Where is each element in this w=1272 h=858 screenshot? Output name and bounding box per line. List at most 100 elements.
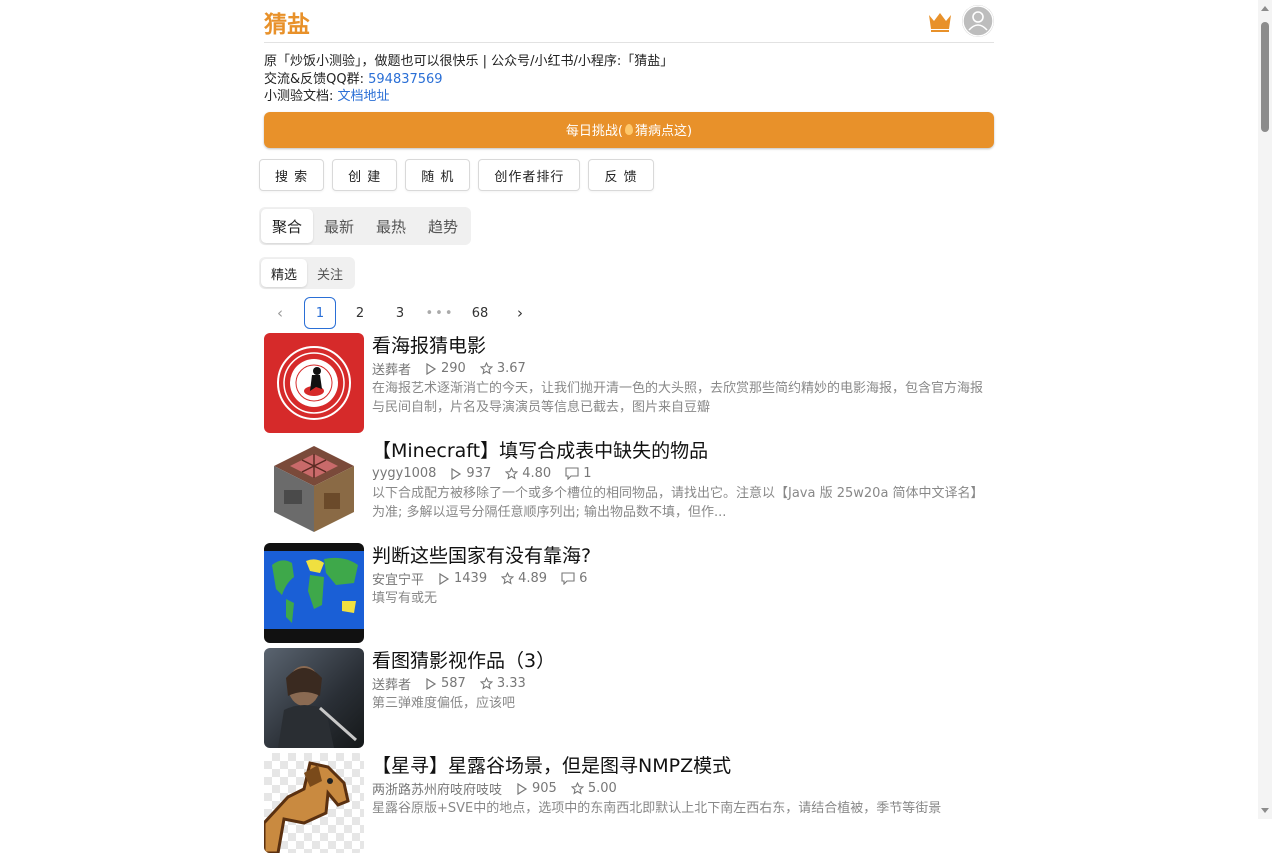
doc-label: 小测验文档: bbox=[264, 89, 338, 104]
item-body: 判断这些国家有没有靠海? 安宜宁平 1439 4.89 6 填写有或无 bbox=[372, 543, 994, 643]
item-comments: 1 bbox=[583, 466, 592, 481]
item-title[interactable]: 【Minecraft】填写合成表中缺失的物品 bbox=[372, 438, 994, 464]
page-ellipsis[interactable]: ••• bbox=[424, 297, 456, 329]
star-icon bbox=[479, 362, 493, 375]
list-item[interactable]: 看海报猜电影 送葬者 290 3.67 在海报艺术逐渐消亡的今天，让我们抛开清一… bbox=[264, 333, 994, 433]
tab-hottest[interactable]: 最热 bbox=[365, 209, 417, 243]
item-rating: 3.67 bbox=[496, 361, 526, 376]
daily-suffix: 猜病点这) bbox=[635, 124, 693, 139]
scroll-up-icon[interactable] bbox=[1261, 6, 1269, 11]
next-page-icon[interactable]: › bbox=[504, 297, 536, 329]
comment-icon bbox=[561, 572, 575, 585]
item-meta: yygy1008 937 4.80 1 bbox=[372, 465, 994, 482]
item-author[interactable]: 送葬者 bbox=[372, 359, 411, 378]
scroll-down-icon[interactable] bbox=[1261, 808, 1269, 813]
daily-prefix: 每日挑战( bbox=[565, 124, 623, 139]
flame-icon bbox=[625, 124, 633, 135]
item-comments: 6 bbox=[579, 571, 588, 586]
list-item[interactable]: 判断这些国家有没有靠海? 安宜宁平 1439 4.89 6 填写有或无 bbox=[264, 543, 994, 643]
feedback-button[interactable]: 反 馈 bbox=[588, 159, 654, 191]
star-icon bbox=[570, 782, 584, 795]
item-plays: 937 bbox=[466, 466, 492, 481]
item-description: 星露谷原版+SVE中的地点，选项中的东南西北即默认上北下南左西右东，请结合植被，… bbox=[372, 801, 942, 816]
star-icon bbox=[505, 467, 519, 480]
item-author[interactable]: 安宜宁平 bbox=[372, 569, 424, 588]
play-icon bbox=[426, 677, 437, 690]
item-title[interactable]: 判断这些国家有没有靠海? bbox=[372, 543, 994, 569]
header: 猜盐 bbox=[264, 0, 994, 43]
thumbnail-minecraft[interactable] bbox=[264, 438, 364, 538]
pagination: ‹ 1 2 3 ••• 68 › bbox=[264, 297, 536, 329]
item-title[interactable]: 【星寻】星露谷场景，但是图寻NMPZ模式 bbox=[372, 753, 994, 779]
item-body: 看海报猜电影 送葬者 290 3.67 在海报艺术逐渐消亡的今天，让我们抛开清一… bbox=[372, 333, 994, 433]
item-author[interactable]: yygy1008 bbox=[372, 466, 436, 481]
qq-group-line: 交流&反馈QQ群: 594837569 bbox=[264, 71, 994, 89]
page-container: 猜盐 原「炒饭小测验」，做题也可以很快乐 | 公众号/小红书/小程序:「猜盐」 … bbox=[259, 0, 994, 853]
thumbnail-stardew-horse[interactable] bbox=[264, 753, 364, 853]
item-title[interactable]: 看海报猜电影 bbox=[372, 333, 994, 359]
comment-icon bbox=[565, 467, 579, 480]
item-body: 看图猜影视作品（3） 送葬者 587 3.33 第三弹难度偏低，应该吧 bbox=[372, 648, 994, 748]
item-author[interactable]: 两浙路苏州府吱府吱吱 bbox=[372, 779, 502, 798]
qq-label: 交流&反馈QQ群: bbox=[264, 71, 369, 87]
item-meta: 安宜宁平 1439 4.89 6 bbox=[372, 569, 994, 588]
item-meta: 两浙路苏州府吱府吱吱 905 5.00 bbox=[372, 779, 994, 798]
item-body: 【星寻】星露谷场景，但是图寻NMPZ模式 两浙路苏州府吱府吱吱 905 5.00… bbox=[372, 753, 994, 853]
item-plays: 1439 bbox=[454, 571, 488, 586]
item-meta: 送葬者 587 3.33 bbox=[372, 674, 994, 693]
site-description: 原「炒饭小测验」，做题也可以很快乐 | 公众号/小红书/小程序:「猜盐」 bbox=[264, 54, 674, 69]
item-rating: 4.89 bbox=[518, 571, 548, 586]
item-description: 填写有或无 bbox=[372, 591, 438, 606]
item-plays: 587 bbox=[441, 676, 466, 691]
item-rating: 5.00 bbox=[587, 781, 617, 796]
filter-tabs: 精选 关注 bbox=[259, 257, 356, 289]
item-rating: 3.33 bbox=[496, 676, 526, 691]
play-icon bbox=[426, 362, 437, 375]
header-actions bbox=[926, 5, 994, 37]
list-item[interactable]: 看图猜影视作品（3） 送葬者 587 3.33 第三弹难度偏低，应该吧 bbox=[264, 648, 994, 748]
page-68[interactable]: 68 bbox=[464, 297, 496, 329]
list-item[interactable]: 【Minecraft】填写合成表中缺失的物品 yygy1008 937 4.80… bbox=[264, 438, 994, 538]
doc-link[interactable]: 文档地址 bbox=[338, 89, 390, 104]
item-author[interactable]: 送葬者 bbox=[372, 674, 411, 693]
vertical-scrollbar[interactable] bbox=[1258, 0, 1272, 819]
tab-aggregate[interactable]: 聚合 bbox=[261, 209, 314, 243]
item-title[interactable]: 看图猜影视作品（3） bbox=[372, 648, 994, 674]
item-meta: 送葬者 290 3.67 bbox=[372, 359, 994, 378]
item-body: 【Minecraft】填写合成表中缺失的物品 yygy1008 937 4.80… bbox=[372, 438, 994, 538]
play-icon bbox=[451, 467, 462, 480]
play-icon bbox=[517, 782, 528, 795]
item-rating: 4.80 bbox=[522, 466, 552, 481]
thumbnail-film-still[interactable] bbox=[264, 648, 364, 748]
creator-ranking-button[interactable]: 创作者排行 bbox=[478, 159, 581, 191]
item-description: 在海报艺术逐渐消亡的今天，让我们抛开清一色的大头照，去欣赏那些简约精妙的电影海报… bbox=[372, 381, 984, 415]
scrollbar-thumb[interactable] bbox=[1261, 22, 1269, 132]
qq-group-link[interactable]: 594837569 bbox=[368, 72, 442, 87]
star-icon bbox=[479, 677, 493, 690]
tab-featured[interactable]: 精选 bbox=[261, 259, 308, 287]
item-plays: 290 bbox=[441, 361, 466, 376]
random-button[interactable]: 随 机 bbox=[405, 159, 471, 191]
page-3[interactable]: 3 bbox=[384, 297, 416, 329]
create-button[interactable]: 创 建 bbox=[332, 159, 398, 191]
user-avatar-icon[interactable] bbox=[962, 5, 994, 37]
quiz-list: 看海报猜电影 送葬者 290 3.67 在海报艺术逐渐消亡的今天，让我们抛开清一… bbox=[264, 333, 994, 858]
thumbnail-world-map[interactable] bbox=[264, 543, 364, 643]
sort-tabs: 聚合 最新 最热 趋势 bbox=[259, 207, 472, 245]
tab-newest[interactable]: 最新 bbox=[313, 209, 365, 243]
crown-icon[interactable] bbox=[926, 7, 954, 35]
site-logo[interactable]: 猜盐 bbox=[264, 5, 310, 39]
prev-page-icon[interactable]: ‹ bbox=[264, 297, 296, 329]
daily-challenge-button[interactable]: 每日挑战( 猜病点这) bbox=[264, 111, 994, 148]
search-button[interactable]: 搜 索 bbox=[259, 159, 325, 191]
item-plays: 905 bbox=[532, 781, 557, 796]
thumbnail-movie-poster[interactable] bbox=[264, 333, 364, 433]
item-description: 以下合成配方被移除了一个或多个槽位的相同物品，请找出它。注意以【Java 版 2… bbox=[372, 486, 984, 520]
list-item[interactable]: 【星寻】星露谷场景，但是图寻NMPZ模式 两浙路苏州府吱府吱吱 905 5.00… bbox=[264, 753, 994, 853]
item-description: 第三弹难度偏低，应该吧 bbox=[372, 696, 516, 711]
page-1[interactable]: 1 bbox=[304, 297, 336, 329]
page-2[interactable]: 2 bbox=[344, 297, 376, 329]
tab-following[interactable]: 关注 bbox=[307, 259, 353, 287]
tab-trending[interactable]: 趋势 bbox=[417, 209, 469, 243]
site-info: 原「炒饭小测验」，做题也可以很快乐 | 公众号/小红书/小程序:「猜盐」 交流&… bbox=[264, 53, 994, 106]
